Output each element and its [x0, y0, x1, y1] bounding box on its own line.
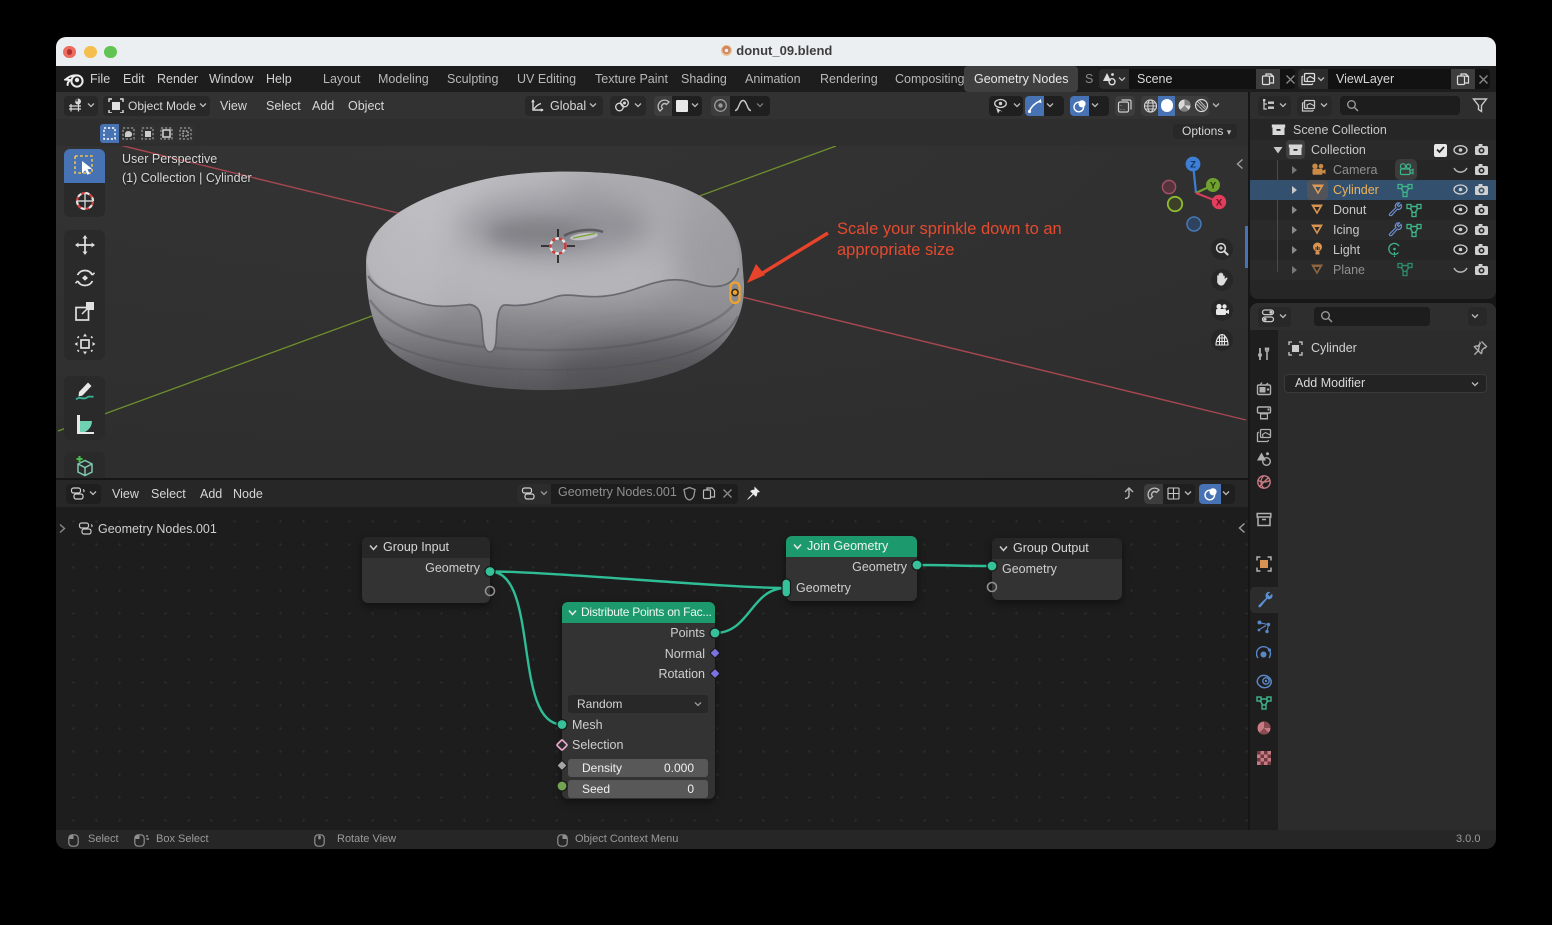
- svg-text:Z: Z: [1190, 160, 1196, 171]
- svg-text:Y: Y: [1210, 180, 1217, 191]
- svg-text:X: X: [1216, 198, 1223, 209]
